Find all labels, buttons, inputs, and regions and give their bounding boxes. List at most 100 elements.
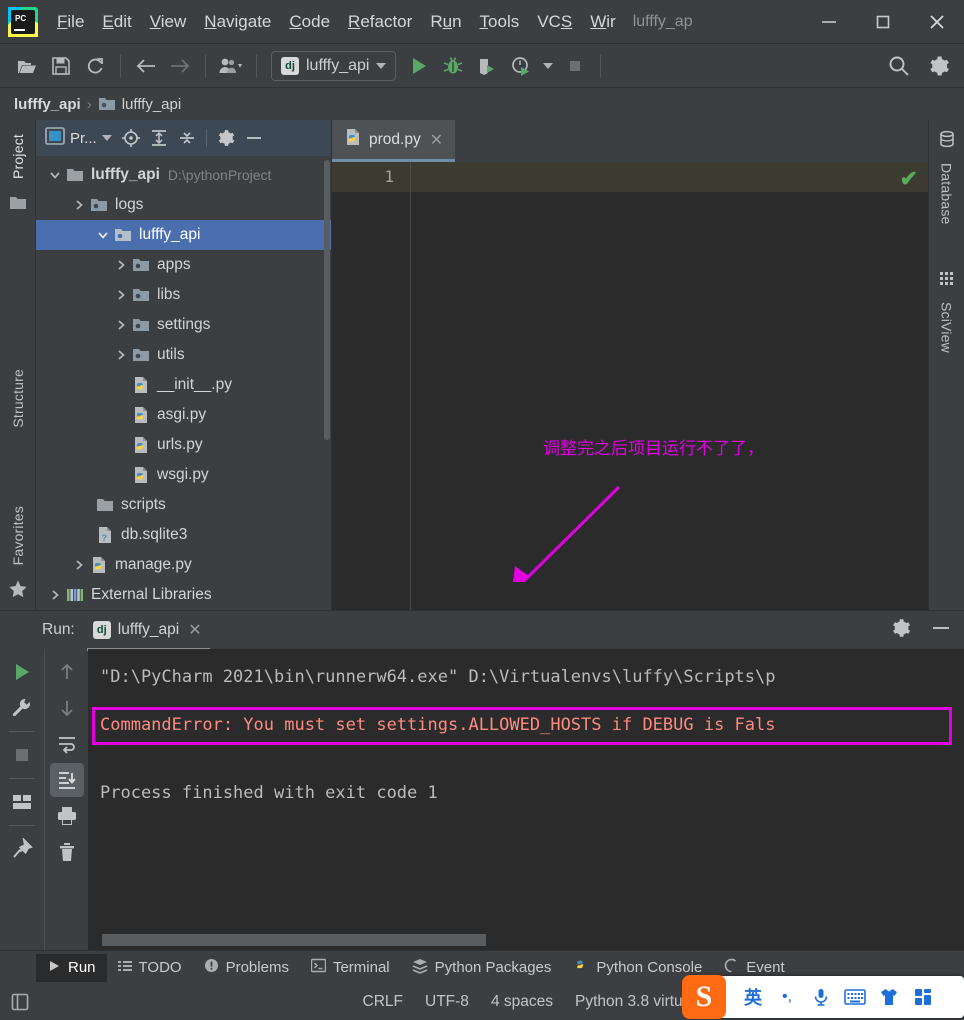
debug-icon[interactable] <box>436 49 470 83</box>
tree-row-settings[interactable]: settings <box>36 310 331 340</box>
menu-file[interactable]: File <box>48 8 93 36</box>
expand-all-icon[interactable] <box>146 125 172 151</box>
tree-row-asgi-py[interactable]: asgi.py <box>36 400 331 430</box>
back-arrow-icon[interactable] <box>129 49 163 83</box>
breadcrumb-folder[interactable]: lufffy_api <box>122 96 182 113</box>
hide-icon[interactable] <box>930 617 952 644</box>
scroll-to-end-icon[interactable] <box>49 763 84 797</box>
chevron-right-icon[interactable] <box>112 319 130 331</box>
editor-code-area[interactable]: ✔ 调整完之后项目运行不了了， <box>410 162 928 610</box>
profile-icon[interactable] <box>504 49 538 83</box>
open-folder-icon[interactable] <box>10 49 44 83</box>
run-coverage-icon[interactable] <box>470 49 504 83</box>
sidebar-item-database[interactable]: Database <box>938 130 956 231</box>
tree-row-lufffy-api-module[interactable]: lufffy_api <box>36 220 331 250</box>
close-button[interactable] <box>910 0 964 44</box>
print-icon[interactable] <box>50 799 84 833</box>
profile-dropdown-icon[interactable] <box>538 49 558 83</box>
tree-row-external-libraries[interactable]: External Libraries <box>36 580 331 610</box>
tab-run[interactable]: Run <box>36 953 107 982</box>
tree-row-db-sqlite3[interactable]: ? db.sqlite3 <box>36 520 331 550</box>
encoding-status[interactable]: UTF-8 <box>425 993 469 1011</box>
menu-code[interactable]: Code <box>280 8 339 36</box>
maximize-button[interactable] <box>856 0 910 44</box>
console-horizontal-scrollbar[interactable] <box>102 934 486 946</box>
keyboard-icon[interactable] <box>838 980 872 1014</box>
tree-row-apps[interactable]: apps <box>36 250 331 280</box>
breadcrumb-project[interactable]: lufffy_api <box>14 96 81 113</box>
chevron-right-icon[interactable] <box>70 199 88 211</box>
menu-navigate[interactable]: Navigate <box>195 8 280 36</box>
project-tree[interactable]: lufffy_api D:\pythonProject logs lufffy_… <box>36 156 331 610</box>
menu-window[interactable]: Wir <box>581 8 625 36</box>
tree-row-logs[interactable]: logs <box>36 190 331 220</box>
chevron-right-icon[interactable] <box>46 589 64 601</box>
menu-view[interactable]: View <box>141 8 196 36</box>
apps-icon[interactable] <box>906 980 940 1014</box>
indent-status[interactable]: 4 spaces <box>491 993 553 1011</box>
ime-language-toggle[interactable]: 英 <box>736 980 770 1014</box>
hide-icon[interactable] <box>241 125 267 151</box>
tree-row-lufffy-api-root[interactable]: lufffy_api D:\pythonProject <box>36 160 331 190</box>
chevron-right-icon[interactable] <box>112 259 130 271</box>
code-editor[interactable]: 1 ✔ 调整完之后项目运行不了了， <box>332 162 928 610</box>
tab-problems[interactable]: Problems <box>193 953 300 982</box>
tab-todo[interactable]: TODO <box>107 954 193 982</box>
collapse-all-icon[interactable] <box>174 125 200 151</box>
wrench-icon[interactable] <box>5 691 39 725</box>
editor-gutter[interactable]: 1 <box>332 162 410 610</box>
run-configuration-selector[interactable]: dj lufffy_api <box>271 50 397 81</box>
locate-icon[interactable] <box>118 125 144 151</box>
soft-wrap-icon[interactable] <box>50 727 84 761</box>
sidebar-item-structure[interactable]: Structure <box>10 363 26 434</box>
sidebar-item-favorites[interactable]: Favorites <box>10 500 26 571</box>
trash-icon[interactable] <box>50 835 84 869</box>
sogou-ime-bar[interactable]: S 英 •, <box>682 975 964 1019</box>
minimize-button[interactable] <box>802 0 856 44</box>
menu-tools[interactable]: Tools <box>471 8 529 36</box>
menu-refactor[interactable]: Refactor <box>339 8 421 36</box>
sidebar-item-project[interactable]: Project <box>10 128 26 185</box>
tab-terminal[interactable]: Terminal <box>300 953 401 982</box>
tree-row-urls-py[interactable]: urls.py <box>36 430 331 460</box>
mic-icon[interactable] <box>804 980 838 1014</box>
chevron-right-icon[interactable] <box>112 349 130 361</box>
chevron-down-icon[interactable] <box>46 169 64 181</box>
skin-icon[interactable] <box>872 980 906 1014</box>
project-view-selector[interactable]: Pr... <box>41 125 116 152</box>
tree-row-init-py[interactable]: __init__.py <box>36 370 331 400</box>
settings-gear-icon[interactable] <box>213 125 239 151</box>
line-separator-status[interactable]: CRLF <box>363 993 403 1011</box>
tab-python-packages[interactable]: Python Packages <box>401 953 563 983</box>
tree-row-libs[interactable]: libs <box>36 280 331 310</box>
layout-icon[interactable] <box>5 785 39 819</box>
chevron-right-icon[interactable] <box>70 559 88 571</box>
menu-vcs[interactable]: VCS <box>528 8 581 36</box>
settings-gear-icon[interactable] <box>890 617 912 644</box>
tree-row-scripts[interactable]: scripts <box>36 490 331 520</box>
chevron-right-icon[interactable] <box>112 289 130 301</box>
save-icon[interactable] <box>44 49 78 83</box>
tree-row-utils[interactable]: utils <box>36 340 331 370</box>
sidebar-item-sciview[interactable]: SciView <box>939 271 955 359</box>
refresh-icon[interactable] <box>78 49 112 83</box>
toggle-toolwindows-icon[interactable] <box>0 992 40 1012</box>
close-icon[interactable]: ✕ <box>186 620 203 640</box>
sogou-logo-icon[interactable]: S <box>682 975 726 1019</box>
tree-row-manage-py[interactable]: manage.py <box>36 550 331 580</box>
chevron-down-icon[interactable] <box>94 229 112 241</box>
pin-icon[interactable] <box>5 832 39 866</box>
rerun-icon[interactable] <box>5 655 39 689</box>
menu-run[interactable]: Run <box>421 8 470 36</box>
inspection-status-icon[interactable]: ✔ <box>900 166 918 192</box>
close-icon[interactable]: ✕ <box>428 130 445 150</box>
menu-edit[interactable]: Edit <box>93 8 140 36</box>
run-icon[interactable] <box>402 49 436 83</box>
editor-tab-prod-py[interactable]: prod.py ✕ <box>332 120 456 162</box>
run-console[interactable]: "D:\PyCharm 2021\bin\runnerw64.exe" D:\V… <box>88 649 964 950</box>
run-tab-lufffy-api[interactable]: dj lufffy_api ✕ <box>86 616 210 651</box>
settings-gear-icon[interactable] <box>922 49 956 83</box>
ime-punctuation-toggle[interactable]: •, <box>770 980 804 1014</box>
search-icon[interactable] <box>882 49 916 83</box>
user-group-icon[interactable] <box>214 49 248 83</box>
